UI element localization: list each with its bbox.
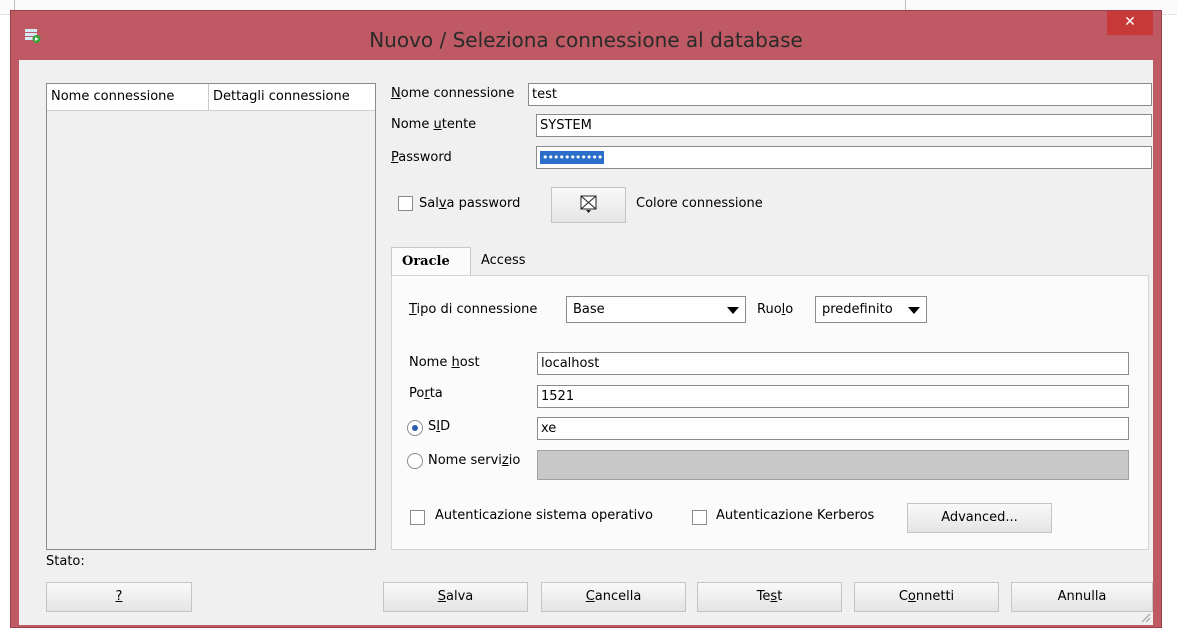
service-name-input: [537, 450, 1129, 480]
username-label: Nome utente: [391, 117, 477, 132]
column-header-connection-name[interactable]: Nome connessione: [51, 89, 174, 104]
close-button[interactable]: ✕: [1107, 11, 1153, 35]
title-bar[interactable]: Nuovo / Seleziona connessione al databas…: [11, 11, 1161, 56]
service-name-radio[interactable]: [407, 453, 423, 469]
dialog-body: Nome connessione Dettagli connessione No…: [19, 60, 1153, 625]
kerberos-auth-label[interactable]: Autenticazione Kerberos: [716, 508, 874, 523]
role-label: Ruolo: [757, 302, 794, 317]
close-icon: ✕: [1124, 14, 1136, 30]
sid-label[interactable]: SID: [428, 419, 450, 434]
tab-oracle[interactable]: Oracle: [391, 247, 471, 275]
delete-button[interactable]: Cancella: [541, 582, 686, 612]
service-name-label[interactable]: Nome servizio: [428, 453, 520, 468]
column-divider: [208, 84, 209, 110]
save-password-checkbox[interactable]: [398, 196, 413, 211]
cancel-button[interactable]: Annulla: [1011, 582, 1153, 612]
connection-name-label: Nome connessione: [391, 86, 515, 101]
column-header-connection-details[interactable]: Dettagli connessione: [213, 89, 350, 104]
password-input[interactable]: •••••••••••: [536, 146, 1152, 169]
connections-table[interactable]: Nome connessione Dettagli connessione: [46, 83, 376, 550]
connection-name-input[interactable]: test: [528, 83, 1152, 106]
kerberos-auth-checkbox[interactable]: [692, 510, 707, 525]
sid-radio[interactable]: [407, 420, 423, 436]
connection-type-select[interactable]: Base: [566, 296, 746, 323]
password-selected-text: •••••••••••: [540, 151, 605, 164]
resize-grip-icon[interactable]: [1139, 611, 1151, 623]
connection-color-button[interactable]: [551, 187, 626, 223]
connection-color-label: Colore connessione: [636, 196, 763, 211]
window-title: Nuovo / Seleziona connessione al databas…: [369, 28, 803, 52]
help-button[interactable]: ?: [46, 582, 192, 612]
role-value: predefinito: [822, 302, 893, 317]
connections-table-header: Nome connessione Dettagli connessione: [47, 84, 375, 111]
host-input[interactable]: localhost: [537, 352, 1129, 375]
username-input[interactable]: SYSTEM: [536, 114, 1152, 137]
envelope-dropdown-icon: [580, 195, 596, 213]
port-input[interactable]: 1521: [537, 385, 1129, 408]
connection-dialog: Nuovo / Seleziona connessione al databas…: [10, 10, 1162, 628]
port-label: Porta: [409, 386, 443, 401]
host-label: Nome host: [409, 355, 480, 370]
chevron-down-icon: [908, 307, 920, 314]
chevron-down-icon: [727, 307, 739, 314]
connect-button[interactable]: Connetti: [854, 582, 999, 612]
advanced-button[interactable]: Advanced...: [907, 503, 1052, 533]
os-auth-checkbox[interactable]: [410, 510, 425, 525]
role-select[interactable]: predefinito: [815, 296, 927, 323]
sid-input[interactable]: xe: [537, 417, 1129, 440]
save-password-label[interactable]: Salva password: [419, 196, 520, 211]
status-label: Stato:: [46, 554, 85, 569]
os-auth-label[interactable]: Autenticazione sistema operativo: [435, 508, 653, 523]
password-label: Password: [391, 150, 452, 165]
save-button[interactable]: Salva: [383, 582, 528, 612]
connection-type-label: Tipo di connessione: [409, 302, 538, 317]
tab-access[interactable]: Access: [471, 247, 536, 275]
test-button[interactable]: Test: [697, 582, 842, 612]
connection-type-value: Base: [573, 302, 605, 317]
